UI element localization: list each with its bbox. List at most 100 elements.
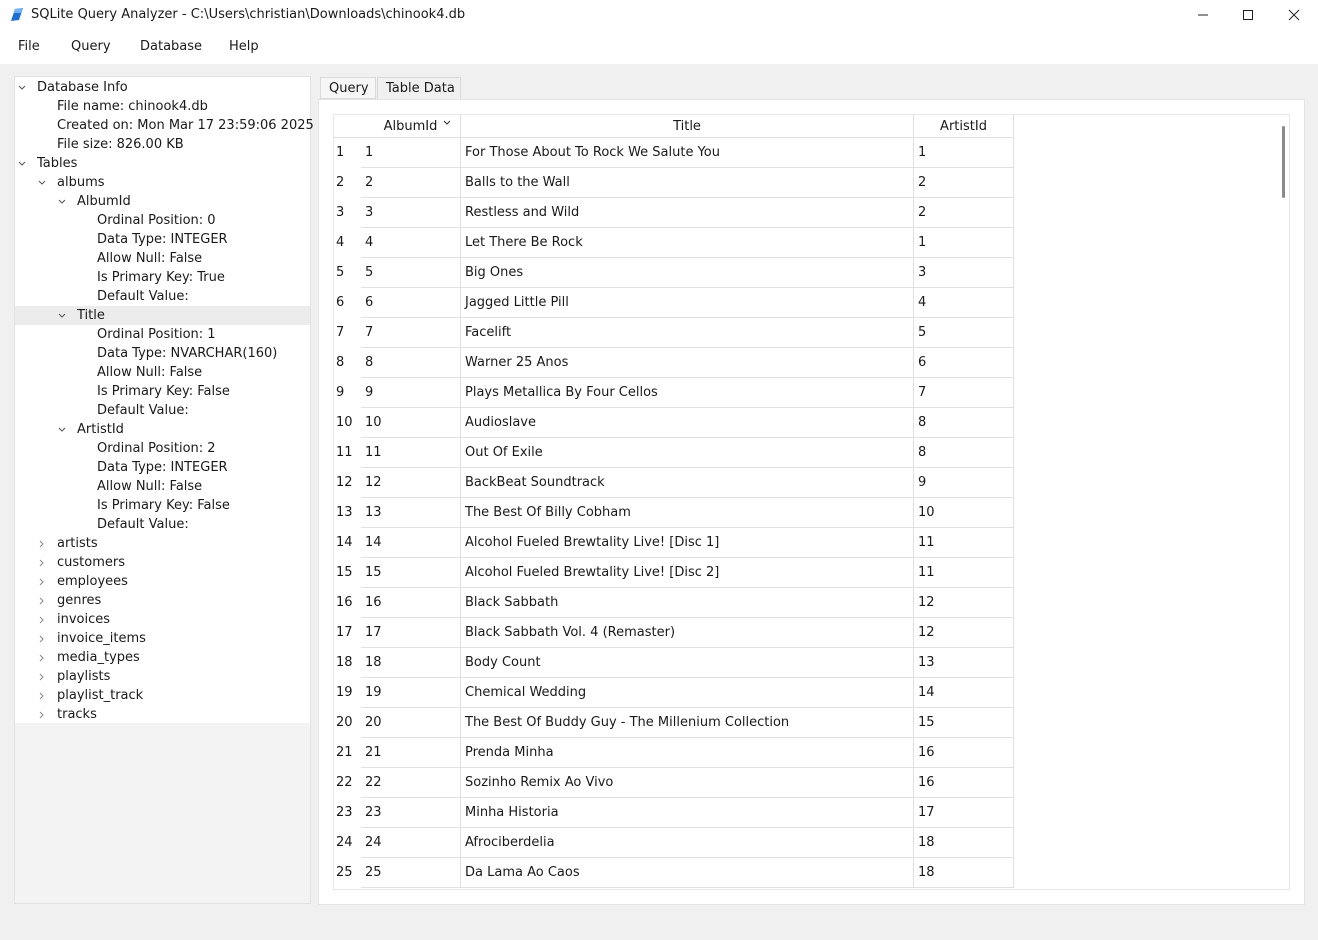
table-cell[interactable]: Jagged Little Pill	[461, 288, 914, 318]
tree-node[interactable]: AlbumId	[15, 192, 310, 211]
table-cell[interactable]: 11	[361, 438, 461, 468]
table-cell[interactable]: Black Sabbath	[461, 588, 914, 618]
table-cell[interactable]: 5	[914, 318, 1014, 348]
table-cell[interactable]: 12	[914, 618, 1014, 648]
tree-node[interactable]: Title	[15, 306, 310, 325]
table-cell[interactable]: BackBeat Soundtrack	[461, 468, 914, 498]
row-number[interactable]: 8	[334, 348, 361, 378]
row-number[interactable]: 2	[334, 168, 361, 198]
table-cell[interactable]: 11	[914, 528, 1014, 558]
table-cell[interactable]: 2	[361, 168, 461, 198]
row-number[interactable]: 14	[334, 528, 361, 558]
tree-node[interactable]: Is Primary Key: False	[15, 496, 310, 515]
table-cell[interactable]: 2	[914, 168, 1014, 198]
table-cell[interactable]: 15	[914, 708, 1014, 738]
tree-node[interactable]: invoice_items	[15, 629, 310, 648]
row-number[interactable]: 4	[334, 228, 361, 258]
tree-node[interactable]: Data Type: NVARCHAR(160)	[15, 344, 310, 363]
table-cell[interactable]: Minha Historia	[461, 798, 914, 828]
table-cell[interactable]: 4	[914, 288, 1014, 318]
table-cell[interactable]: Restless and Wild	[461, 198, 914, 228]
tree-node[interactable]: playlists	[15, 667, 310, 686]
row-number[interactable]: 24	[334, 828, 361, 858]
table-cell[interactable]: 22	[361, 768, 461, 798]
table-cell[interactable]: 8	[914, 408, 1014, 438]
chevron-right-icon[interactable]	[37, 610, 47, 629]
row-number[interactable]: 20	[334, 708, 361, 738]
tree-node[interactable]: Data Type: INTEGER	[15, 458, 310, 477]
menu-query[interactable]: Query	[71, 39, 111, 54]
tree-node[interactable]: Allow Null: False	[15, 249, 310, 268]
table-cell[interactable]: 23	[361, 798, 461, 828]
minimize-button[interactable]	[1180, 0, 1226, 30]
tree-node[interactable]: Ordinal Position: 0	[15, 211, 310, 230]
chevron-right-icon[interactable]	[37, 534, 47, 553]
row-number[interactable]: 5	[334, 258, 361, 288]
table-cell[interactable]: Alcohol Fueled Brewtality Live! [Disc 2]	[461, 558, 914, 588]
table-cell[interactable]: 13	[361, 498, 461, 528]
table-cell[interactable]: 14	[361, 528, 461, 558]
chevron-right-icon[interactable]	[37, 686, 47, 705]
chevron-right-icon[interactable]	[37, 648, 47, 667]
column-header-albumid[interactable]: AlbumId	[361, 115, 461, 138]
row-number[interactable]: 1	[334, 138, 361, 168]
table-cell[interactable]: 25	[361, 858, 461, 888]
row-number[interactable]: 3	[334, 198, 361, 228]
chevron-down-icon[interactable]	[57, 192, 67, 211]
vertical-scrollbar[interactable]	[1282, 126, 1285, 198]
chevron-down-icon[interactable]	[17, 78, 27, 97]
table-data-grid[interactable]: AlbumId Title ArtistId 11For Those About…	[333, 114, 1290, 890]
table-cell[interactable]: 16	[361, 588, 461, 618]
row-number[interactable]: 21	[334, 738, 361, 768]
tree-node[interactable]: File name: chinook4.db	[15, 97, 310, 116]
tab-query[interactable]: Query	[320, 77, 376, 99]
row-number[interactable]: 25	[334, 858, 361, 888]
table-cell[interactable]: 10	[914, 498, 1014, 528]
row-number[interactable]: 13	[334, 498, 361, 528]
tree-node[interactable]: invoices	[15, 610, 310, 629]
tree-node[interactable]: Default Value:	[15, 401, 310, 420]
table-cell[interactable]: 14	[914, 678, 1014, 708]
table-cell[interactable]: 11	[914, 558, 1014, 588]
table-cell[interactable]: 9	[361, 378, 461, 408]
table-cell[interactable]: Let There Be Rock	[461, 228, 914, 258]
tree-node[interactable]: Is Primary Key: True	[15, 268, 310, 287]
table-cell[interactable]: 6	[914, 348, 1014, 378]
table-cell[interactable]: 12	[361, 468, 461, 498]
table-cell[interactable]: 13	[914, 648, 1014, 678]
table-cell[interactable]: Out Of Exile	[461, 438, 914, 468]
chevron-right-icon[interactable]	[37, 591, 47, 610]
tree-node[interactable]: Ordinal Position: 2	[15, 439, 310, 458]
tree-node[interactable]: Database Info	[15, 78, 310, 97]
table-cell[interactable]: Alcohol Fueled Brewtality Live! [Disc 1]	[461, 528, 914, 558]
chevron-right-icon[interactable]	[37, 572, 47, 591]
tree-node[interactable]: Allow Null: False	[15, 477, 310, 496]
tree-node[interactable]: Created on: Mon Mar 17 23:59:06 2025	[15, 116, 310, 135]
row-number[interactable]: 10	[334, 408, 361, 438]
chevron-down-icon[interactable]	[57, 306, 67, 325]
tree-node[interactable]: genres	[15, 591, 310, 610]
column-header-title[interactable]: Title	[461, 115, 914, 138]
column-header-artistid[interactable]: ArtistId	[914, 115, 1014, 138]
table-cell[interactable]: Prenda Minha	[461, 738, 914, 768]
table-cell[interactable]: 18	[361, 648, 461, 678]
table-cell[interactable]: 16	[914, 738, 1014, 768]
table-cell[interactable]: Audioslave	[461, 408, 914, 438]
chevron-right-icon[interactable]	[37, 553, 47, 572]
table-cell[interactable]: Facelift	[461, 318, 914, 348]
table-cell[interactable]: 18	[914, 828, 1014, 858]
table-cell[interactable]: 6	[361, 288, 461, 318]
tab-table-data[interactable]: Table Data	[377, 77, 461, 99]
table-cell[interactable]: Chemical Wedding	[461, 678, 914, 708]
table-cell[interactable]: 3	[361, 198, 461, 228]
chevron-right-icon[interactable]	[37, 629, 47, 648]
row-number[interactable]: 15	[334, 558, 361, 588]
chevron-right-icon[interactable]	[37, 667, 47, 686]
row-number[interactable]: 11	[334, 438, 361, 468]
row-number[interactable]: 16	[334, 588, 361, 618]
table-cell[interactable]: 24	[361, 828, 461, 858]
tree-node[interactable]: Data Type: INTEGER	[15, 230, 310, 249]
table-cell[interactable]: 19	[361, 678, 461, 708]
table-cell[interactable]: 12	[914, 588, 1014, 618]
tree-node[interactable]: Default Value:	[15, 287, 310, 306]
